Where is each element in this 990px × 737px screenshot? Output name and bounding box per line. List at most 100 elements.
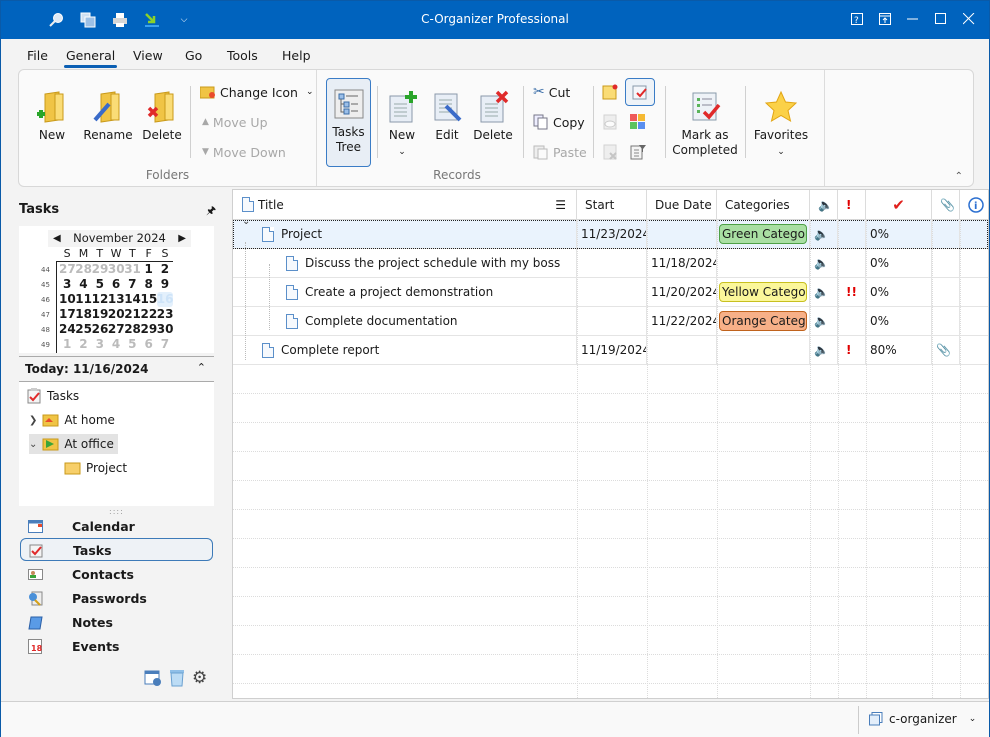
- column-filter-icon[interactable]: ☰: [555, 190, 566, 220]
- mark-completed-button[interactable]: Mark as Completed: [669, 76, 741, 166]
- new-folder-button[interactable]: New: [27, 76, 77, 166]
- speaker-icon[interactable]: 🔈: [814, 343, 829, 357]
- maximize-button[interactable]: [933, 11, 949, 27]
- column-start-date[interactable]: Start Date: [577, 190, 647, 242]
- new-record-button[interactable]: New ⌄: [377, 76, 427, 166]
- calendar-day[interactable]: 18: [75, 307, 92, 322]
- preview-icon[interactable]: [602, 114, 618, 133]
- menu-view[interactable]: View: [133, 48, 163, 63]
- calendar-day[interactable]: 6: [140, 337, 156, 352]
- calendar-day[interactable]: 14: [124, 292, 141, 307]
- calendar-day[interactable]: 31: [124, 262, 141, 277]
- speaker-icon[interactable]: 🔈: [814, 285, 829, 299]
- column-categories[interactable]: Categories: [717, 190, 810, 220]
- calendar-day[interactable]: 22: [140, 307, 157, 322]
- calendar-day[interactable]: 5: [92, 277, 108, 292]
- cut-button[interactable]: ✂ Cut: [533, 81, 570, 103]
- nav-tasks[interactable]: Tasks: [20, 538, 213, 561]
- calendar-day[interactable]: 2: [75, 337, 91, 352]
- speaker-icon[interactable]: 🔈: [814, 314, 829, 328]
- nav-events[interactable]: 18 Events: [20, 635, 213, 658]
- prev-month-icon[interactable]: ◀: [53, 230, 61, 247]
- calendar-day[interactable]: 30: [157, 322, 174, 337]
- calendar-day[interactable]: 20: [108, 307, 125, 322]
- calendar-day[interactable]: 25: [75, 322, 92, 337]
- calendar-day[interactable]: 21: [124, 307, 141, 322]
- table-row[interactable]: Complete report 11/19/2024 🔈! 80% 📎: [233, 336, 988, 365]
- calendar-day[interactable]: 12: [92, 292, 109, 307]
- chevron-down-icon[interactable]: ⌄: [29, 439, 37, 450]
- reminders-icon[interactable]: [144, 669, 162, 690]
- move-down-button[interactable]: ▼ Move Down: [202, 141, 286, 163]
- nav-notes[interactable]: Notes: [20, 611, 213, 634]
- calendar-day[interactable]: 27: [108, 322, 125, 337]
- close-button[interactable]: [961, 11, 977, 27]
- calendar-day[interactable]: 9: [157, 277, 173, 292]
- column-info[interactable]: i: [960, 190, 988, 220]
- calendar-day[interactable]: 24: [59, 322, 76, 337]
- table-row[interactable]: ⌄ Project 11/23/2024 Green Category 🔈 0%: [233, 216, 988, 249]
- recycle-bin-icon[interactable]: [168, 669, 186, 690]
- speaker-icon[interactable]: 🔈: [814, 256, 829, 270]
- column-attachment[interactable]: 📎: [932, 190, 960, 220]
- calendar-day[interactable]: 15: [140, 292, 157, 307]
- calendar-day[interactable]: 4: [108, 337, 124, 352]
- menu-go[interactable]: Go: [185, 48, 202, 63]
- sticky-note-icon[interactable]: [602, 84, 618, 103]
- calendar-day[interactable]: 7: [157, 337, 173, 352]
- calendar-day[interactable]: 2: [157, 262, 173, 277]
- menu-tools[interactable]: Tools: [227, 48, 258, 63]
- column-title[interactable]: Title ☰: [233, 190, 577, 220]
- calendar-day[interactable]: 6: [108, 277, 124, 292]
- nav-contacts[interactable]: Contacts: [20, 563, 213, 586]
- nav-calendar[interactable]: Calendar: [20, 515, 213, 538]
- speaker-icon[interactable]: 🔈: [814, 227, 829, 241]
- calendar-day[interactable]: 4: [75, 277, 91, 292]
- calendar-day[interactable]: 3: [59, 277, 75, 292]
- column-due-date[interactable]: Due Date: [647, 190, 717, 220]
- tasks-tree-button[interactable]: Tasks Tree: [326, 78, 371, 167]
- pin-icon[interactable]: 🖈: [206, 202, 216, 221]
- calendar-day[interactable]: 17: [59, 307, 76, 322]
- calendar-day[interactable]: 7: [124, 277, 140, 292]
- tree-item-tasks[interactable]: Tasks: [27, 386, 79, 406]
- paperclip-icon[interactable]: 📎: [936, 343, 951, 357]
- rename-folder-button[interactable]: Rename: [79, 76, 137, 166]
- minimize-button[interactable]: [905, 11, 921, 27]
- column-priority[interactable]: !: [838, 190, 866, 220]
- delete-completed-icon[interactable]: [602, 144, 618, 163]
- delete-folder-button[interactable]: Delete: [135, 76, 189, 166]
- calendar-day-today[interactable]: 16: [156, 292, 173, 308]
- paste-button[interactable]: Paste: [533, 141, 587, 163]
- table-row[interactable]: Create a project demonstration 11/20/2024…: [233, 278, 988, 307]
- calendar-day[interactable]: 1: [59, 337, 75, 352]
- column-reminder[interactable]: 🔈: [810, 190, 838, 220]
- collapse-up-icon[interactable]: ⌃: [197, 361, 206, 374]
- restore-ribbon-icon[interactable]: [877, 11, 893, 27]
- calendar-day[interactable]: 11: [75, 292, 92, 307]
- today-bar[interactable]: Today: 11/16/2024 ⌃: [19, 356, 214, 382]
- calendar-day[interactable]: 26: [92, 322, 109, 337]
- filter-icon[interactable]: [630, 144, 646, 163]
- menu-file[interactable]: File: [27, 48, 48, 63]
- calendar-day[interactable]: 5: [124, 337, 140, 352]
- calendar-day[interactable]: 29: [140, 322, 157, 337]
- collapse-ribbon-icon[interactable]: ⌃: [955, 171, 963, 182]
- change-icon-button[interactable]: Change Icon ⌄: [200, 81, 314, 103]
- chevron-down-icon[interactable]: ⌄: [242, 216, 250, 227]
- calendar-day[interactable]: 8: [140, 277, 156, 292]
- tree-item-at-home[interactable]: ❯ At home: [29, 410, 115, 430]
- calendar-day[interactable]: 29: [92, 262, 109, 277]
- table-row[interactable]: Complete documentation 11/22/2024 Orange C…: [233, 307, 988, 336]
- column-complete[interactable]: ✔: [866, 190, 932, 220]
- tree-item-project[interactable]: Project: [64, 458, 127, 478]
- categories-icon[interactable]: [630, 114, 646, 133]
- calendar-day[interactable]: 1: [140, 262, 156, 277]
- chevron-right-icon[interactable]: ❯: [29, 415, 37, 426]
- calendar-day[interactable]: 10: [59, 292, 76, 307]
- delete-record-button[interactable]: Delete: [467, 76, 519, 166]
- calendar-day[interactable]: 19: [92, 307, 109, 322]
- calendar-day[interactable]: 30: [108, 262, 125, 277]
- next-month-icon[interactable]: ▶: [178, 230, 186, 247]
- favorites-button[interactable]: Favorites ⌄: [753, 76, 809, 166]
